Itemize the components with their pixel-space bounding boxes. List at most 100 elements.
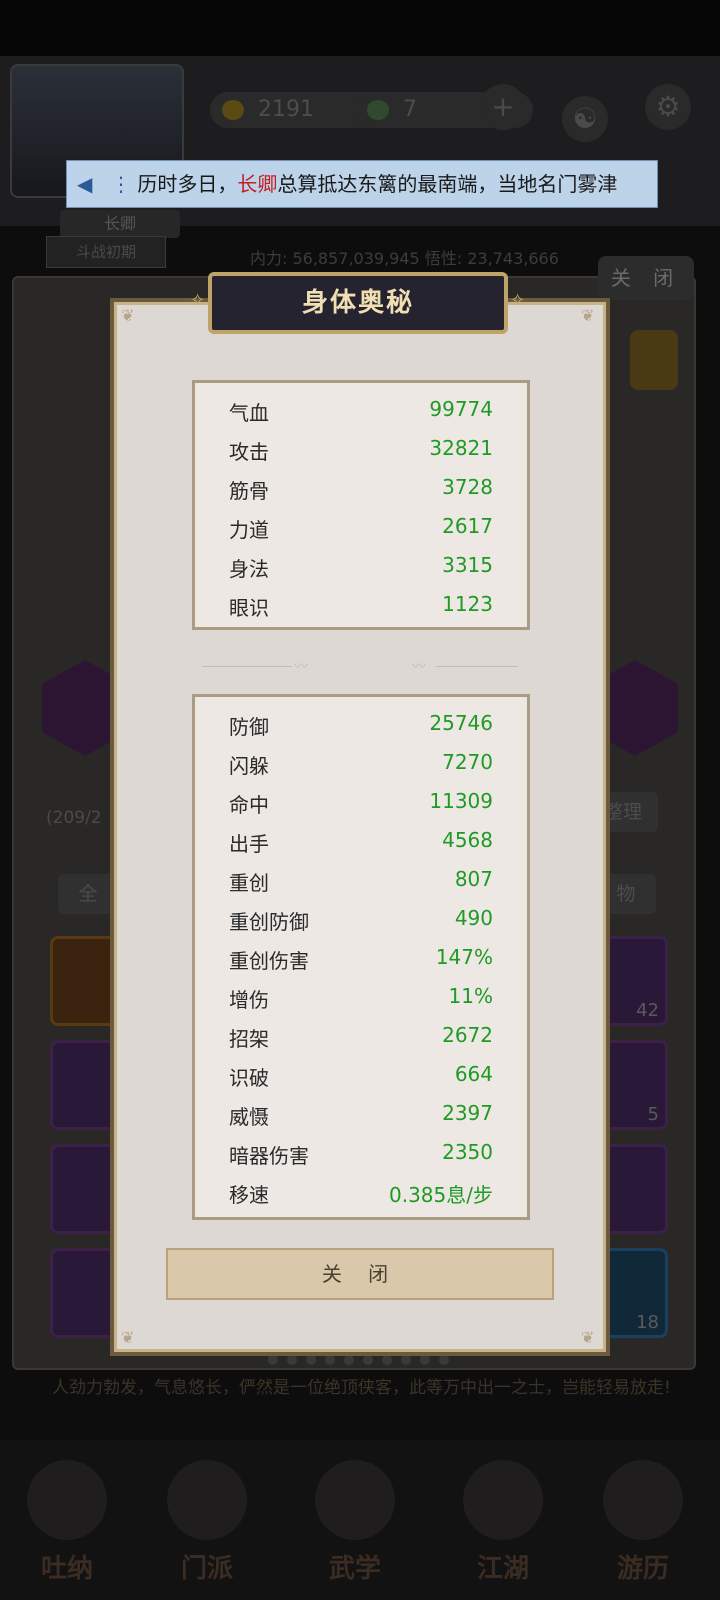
stat-label: 闪躲 — [229, 754, 269, 778]
tassel-icon — [630, 330, 678, 390]
title-wing-ornament: ✧ — [510, 290, 526, 311]
stat-row: 出手 4568 — [229, 828, 493, 860]
stat-label: 威慑 — [229, 1105, 269, 1129]
nav-martial-arts[interactable]: 武学 — [310, 1460, 400, 1584]
stat-label: 出手 — [229, 832, 269, 856]
base-stats-panel: 气血 99774 攻击 32821 筋骨 3728 力道 2617 身法 3315 眼识 1123 — [192, 380, 530, 630]
stat-row: 闪躲 7270 — [229, 750, 493, 782]
corner-ornament: ❦ — [581, 1328, 595, 1347]
stat-value: 0.385息/步 — [389, 1183, 493, 1207]
slot-count: 18 — [636, 1312, 659, 1333]
stat-value: 25746 — [429, 711, 493, 735]
stat-row: 招架 2672 — [229, 1023, 493, 1055]
stat-value: 7270 — [442, 750, 493, 774]
gold-value: 2191 — [258, 97, 314, 122]
stat-label: 身法 — [229, 557, 269, 581]
stat-label: 攻击 — [229, 440, 269, 464]
stat-value: 3315 — [442, 553, 493, 577]
stat-row: 重创伤害 147% — [229, 945, 493, 977]
slot-count: 5 — [647, 1104, 659, 1125]
notice-text: ⋮ 历时多日，长卿总算抵达东篱的最南端，当地名门雾津 — [111, 172, 618, 196]
status-bar — [0, 0, 720, 56]
stat-row: 气血 99774 — [229, 397, 493, 429]
meditation-icon — [27, 1460, 107, 1540]
stat-label: 识破 — [229, 1066, 269, 1090]
stat-value: 11309 — [429, 789, 493, 813]
stat-label: 重创 — [229, 871, 269, 895]
jade-ticket-icon — [367, 100, 389, 120]
stat-row: 暗器伤害 2350 — [229, 1140, 493, 1172]
nav-jianghu[interactable]: 江湖 — [458, 1460, 548, 1584]
martial-arts-icon — [315, 1460, 395, 1540]
panel-close-button[interactable]: 关 闭 — [598, 256, 694, 300]
stat-label: 招架 — [229, 1027, 269, 1051]
corner-ornament: ❦ — [121, 306, 135, 325]
stat-label: 移速 — [229, 1183, 269, 1207]
stat-label: 暗器伤害 — [229, 1144, 309, 1168]
stat-label: 防御 — [229, 715, 269, 739]
stat-value: 807 — [454, 867, 493, 891]
jianghu-icon — [463, 1460, 543, 1540]
gold-coin-icon — [222, 100, 244, 120]
description-text: 人劲力勃发，气息悠长，俨然是一位绝顶侠客，此等万中出一之士，岂能轻易放走! — [52, 1378, 671, 1398]
stat-value: 490 — [454, 906, 493, 930]
corner-ornament: ❦ — [121, 1328, 135, 1347]
nav-sect[interactable]: 门派 — [162, 1460, 252, 1584]
stat-value: 664 — [454, 1062, 493, 1086]
travel-icon — [603, 1460, 683, 1540]
stat-label: 命中 — [229, 793, 269, 817]
stat-row: 威慑 2397 — [229, 1101, 493, 1133]
stat-row: 增伤 11% — [229, 984, 493, 1016]
stat-row: 命中 11309 — [229, 789, 493, 821]
slot-count: 42 — [636, 1000, 659, 1021]
stat-value: 1123 — [442, 592, 493, 616]
close-button[interactable]: 关 闭 — [166, 1248, 554, 1300]
title-wing-ornament: ✧ — [190, 290, 206, 311]
corner-ornament: ❦ — [581, 306, 595, 325]
megaphone-icon: ◀ — [77, 172, 93, 196]
stat-row: 防御 25746 — [229, 711, 493, 743]
rank-button[interactable]: 斗战初期 — [46, 236, 166, 268]
section-divider: 〰 〰 — [202, 659, 518, 675]
nav-travel[interactable]: 游历 — [598, 1460, 688, 1584]
stat-label: 力道 — [229, 518, 269, 542]
stat-value: 32821 — [429, 436, 493, 460]
stat-value: 2350 — [442, 1140, 493, 1164]
page-indicator — [268, 1355, 449, 1365]
stat-row: 重创 807 — [229, 867, 493, 899]
taiji-icon[interactable]: ☯ — [562, 96, 608, 142]
notice-banner[interactable]: ◀ ⋮ 历时多日，长卿总算抵达东篱的最南端，当地名门雾津 — [66, 160, 658, 208]
sect-icon — [167, 1460, 247, 1540]
dialog-title: 身体奥秘 — [208, 272, 508, 334]
stat-row: 身法 3315 — [229, 553, 493, 585]
stat-row: 筋骨 3728 — [229, 475, 493, 507]
add-resource-icon[interactable]: + — [480, 84, 526, 130]
nav-meditation[interactable]: 吐纳 — [22, 1460, 112, 1584]
stat-row: 力道 2617 — [229, 514, 493, 546]
stat-label: 眼识 — [229, 596, 269, 620]
stat-label: 重创防御 — [229, 910, 309, 934]
stat-value: 2617 — [442, 514, 493, 538]
stat-value: 11% — [448, 984, 493, 1008]
stat-label: 增伤 — [229, 988, 269, 1012]
character-name: 长卿 — [60, 210, 180, 238]
filter-all-tab[interactable]: 全 — [58, 874, 118, 914]
stat-label: 筋骨 — [229, 479, 269, 503]
stat-label: 气血 — [229, 401, 269, 425]
jade-value: 7 — [403, 97, 417, 122]
stat-row: 移速 0.385息/步 — [229, 1179, 493, 1211]
inventory-count: (209/2 — [46, 808, 102, 828]
stat-value: 3728 — [442, 475, 493, 499]
gear-icon[interactable]: ⚙ — [645, 84, 691, 130]
stat-value: 2397 — [442, 1101, 493, 1125]
combat-stats-panel: 防御 25746 闪躲 7270 命中 11309 出手 4568 重创 807 重创防御 490 重创… — [192, 694, 530, 1220]
stat-value: 4568 — [442, 828, 493, 852]
stat-label: 重创伤害 — [229, 949, 309, 973]
stat-value: 99774 — [429, 397, 493, 421]
stat-row: 重创防御 490 — [229, 906, 493, 938]
stat-row: 眼识 1123 — [229, 592, 493, 624]
power-stats: 内力: 56,857,039,945 悟性: 23,743,666 — [250, 249, 559, 268]
stat-row: 攻击 32821 — [229, 436, 493, 468]
stat-value: 147% — [435, 945, 493, 969]
stat-value: 2672 — [442, 1023, 493, 1047]
